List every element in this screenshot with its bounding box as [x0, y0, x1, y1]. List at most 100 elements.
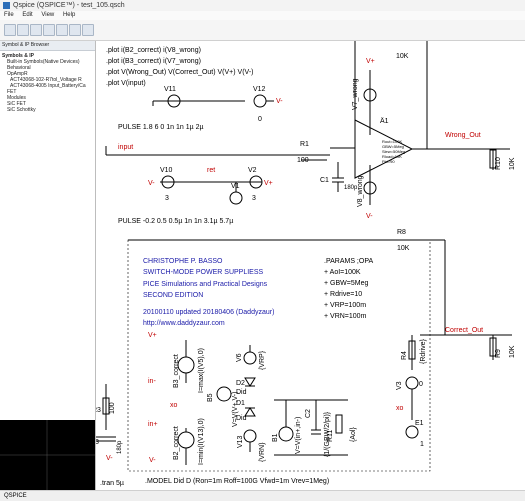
params-line[interactable]: + AoI=100K	[324, 269, 361, 276]
d2-label: D2	[236, 380, 245, 387]
v6-value: {VRP}	[259, 350, 266, 370]
status-text: QSPICE	[4, 493, 27, 499]
r9-label: R9	[495, 349, 502, 358]
d2-value: Did	[236, 389, 247, 396]
v3-value: 0	[419, 381, 423, 388]
menu-file[interactable]: File	[4, 12, 14, 18]
vminus-net-label: V-	[149, 457, 156, 464]
plot-directive-1[interactable]: .plot i(B2_correct) i(V8_wrong)	[106, 47, 201, 54]
v10-value: 3	[165, 195, 169, 202]
d1-label: D1	[236, 400, 245, 407]
r1-label: R1	[300, 141, 309, 148]
model-directive[interactable]: .MODEL Did D (Ron=1m Roff=100G Vfwd=1m V…	[145, 478, 329, 485]
textbox-line: 20100110 updated 20180406 (Daddyzaur)	[143, 309, 274, 316]
window-title: Qspice (QSPICE™) - test_105.qsch	[13, 2, 125, 9]
r3-value: 100	[109, 402, 116, 414]
params-line[interactable]: + Rdrive=10	[324, 291, 362, 298]
symbol-browser: Symbol & IP Browser Symbols & IP Built-i…	[0, 41, 96, 490]
v7-label: V7_wrong	[352, 78, 359, 110]
menu-help[interactable]: Help	[63, 12, 75, 18]
new-file-icon[interactable]	[4, 24, 16, 36]
params-line[interactable]: + VRP=100m	[324, 302, 366, 309]
symbol-preview	[0, 420, 95, 490]
textbox-line[interactable]: http://www.daddyzaur.com	[143, 320, 225, 327]
schematic-svg[interactable]: .plot i(B2_correct) i(V8_wrong) .plot i(…	[90, 34, 525, 490]
preview-grid	[0, 420, 95, 490]
ret-net-label: ret	[207, 167, 215, 174]
status-bar: QSPICE	[0, 490, 525, 501]
c1-value: 180p	[344, 185, 358, 191]
v12-value: 0	[258, 116, 262, 123]
d1-value: Did	[236, 415, 247, 422]
c3-value: 180p	[117, 440, 123, 454]
input-net-label: input	[118, 144, 133, 151]
v11-label: V11	[164, 86, 176, 93]
r8-label: R8	[397, 229, 406, 236]
opamp-param: Phi=90	[382, 159, 395, 164]
plot-directive-3[interactable]: .plot V(Wrong_Out) V(Correct_Out) V(V+) …	[106, 69, 254, 76]
v1-label: V1	[231, 183, 240, 190]
symbol-browser-header: Symbol & IP Browser	[0, 41, 95, 51]
plot-directive-2[interactable]: .plot i(B3_correct) i(V7_wrong)	[106, 58, 201, 65]
save-icon[interactable]	[30, 24, 42, 36]
menu-edit[interactable]: Edit	[22, 12, 32, 18]
r4-value: {Rdrive}	[420, 338, 427, 364]
v10-label: V10	[160, 167, 173, 174]
correct-out-net-label: Correct_Out	[445, 327, 483, 334]
v2-value: 3	[252, 195, 256, 202]
menu-bar: File Edit View Help	[0, 11, 525, 20]
pulse2-source[interactable]: PULSE -0.2 0.5 0.5µ 1n 1n 3.1µ 5.7µ	[118, 218, 233, 225]
r10-value: 10K	[509, 157, 516, 170]
r3-label: R3	[96, 407, 101, 414]
b3-expression: I=max(I(V5),0)	[198, 348, 205, 393]
b2-label: B2_correct	[173, 426, 180, 460]
xo-net-label-right: xo	[396, 405, 404, 412]
r11-value: {Aol}	[350, 427, 357, 442]
tree-item[interactable]: SiC Schottky	[2, 107, 95, 113]
v10-net-vminus: V-	[148, 180, 155, 187]
schematic-canvas[interactable]: .plot i(B2_correct) i(V8_wrong) .plot i(…	[90, 34, 525, 490]
c3-net-vminus: V-	[106, 455, 113, 462]
copy-icon[interactable]	[56, 24, 68, 36]
e1-label: E1	[415, 420, 424, 427]
params-line[interactable]: .PARAMS ;OPA	[324, 258, 373, 265]
paste-icon[interactable]	[69, 24, 81, 36]
r6-value: 10K	[396, 53, 409, 60]
opamp-label: Ä1	[380, 117, 389, 125]
r1-value: 100	[297, 157, 309, 164]
r4-label: R4	[401, 351, 408, 360]
r8-value: 10K	[397, 245, 410, 252]
params-line[interactable]: + VRN=100m	[324, 313, 367, 320]
v3-label: V3	[396, 381, 403, 390]
textbox-line: CHRISTOPHE P. BASSO	[143, 258, 223, 265]
toolbar	[0, 20, 525, 41]
v6-label: V6	[236, 353, 243, 362]
b5-label: B5	[207, 393, 214, 402]
r11-label: R11	[327, 430, 334, 442]
pulse1-source[interactable]: PULSE 1.8 6 0 1n 1n 1µ 2µ	[118, 124, 204, 131]
b2-expression: I=min(I(V13),0)	[198, 418, 205, 465]
vplus-net-label: V+	[148, 332, 157, 339]
cut-icon[interactable]	[43, 24, 55, 36]
in-plus-net-label: in+	[148, 421, 158, 428]
v13-label: V13	[237, 435, 244, 448]
menu-view[interactable]: View	[41, 12, 54, 18]
v12-label: V12	[253, 86, 266, 93]
v2-label: V2	[248, 167, 257, 174]
xo-net-label: xo	[170, 402, 178, 409]
v8-net-vminus: V-	[366, 213, 373, 220]
v12-net-vminus: V-	[276, 98, 283, 105]
plot-directive-4[interactable]: .plot V(input)	[106, 80, 146, 87]
open-file-icon[interactable]	[17, 24, 29, 36]
app-icon	[3, 2, 10, 9]
wrong-out-net-label: Wrong_Out	[445, 132, 481, 139]
b1-expression: V=V(in+,in-)	[295, 417, 302, 454]
tran-directive[interactable]: .tran 5µ	[100, 480, 124, 487]
v2-net-vplus: V+	[264, 180, 273, 187]
v13-value: {VRN}	[259, 442, 266, 462]
e1-value: 1	[420, 441, 424, 448]
c1-label: C1	[320, 177, 329, 184]
undo-icon[interactable]	[82, 24, 94, 36]
in-minus-net-label: in-	[148, 378, 156, 385]
params-line[interactable]: + GBW=5Meg	[324, 280, 368, 287]
